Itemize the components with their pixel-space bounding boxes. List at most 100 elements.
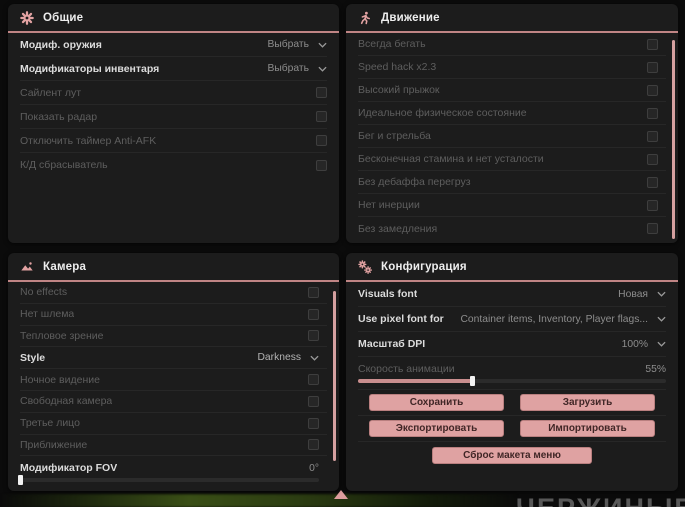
checkbox[interactable] [308,417,319,429]
checkbox[interactable] [647,84,658,96]
toggle-row[interactable]: Бесконечная стамина и нет усталости [358,148,666,171]
visuals-font-dropdown[interactable]: Новая [618,289,666,300]
checkbox[interactable] [647,199,658,211]
toggle-row[interactable]: Speed hack x2.3 [358,56,666,79]
toggle-row[interactable]: Приближение [20,435,327,457]
toggle-label: Ночное видение [20,373,100,386]
checkbox[interactable] [647,130,658,142]
game-overlay-screen: ЧЕРЖИНЫЕ Общие Модиф. оружия Выбрать [0,0,685,507]
panel-camera-header[interactable]: Камера [8,253,339,282]
panel-camera: Камера No effects Нет шлема Тепловое зре… [8,253,339,491]
panel-general-header[interactable]: Общие [8,4,339,33]
checkbox[interactable] [316,135,327,146]
checkbox[interactable] [316,159,327,171]
chevron-down-icon [657,341,666,347]
panel-config: Конфигурация Visuals font Новая Use pixe… [346,253,678,491]
reset-menu-layout-button[interactable]: Сброс макета меню [432,447,592,464]
chevron-down-icon [310,355,319,361]
toggle-row[interactable]: No effects [20,282,327,304]
toggle-label: Бесконечная стамина и нет усталости [358,153,544,165]
save-button[interactable]: Сохранить [369,394,504,411]
checkbox[interactable] [308,374,319,386]
dropdown-row: Масштаб DPI 100% [358,332,666,357]
panel-camera-body: No effects Нет шлема Тепловое зрение Sty… [8,282,339,488]
toggle-row[interactable]: К/Д сбрасыватель [20,153,327,177]
panel-general-body: Модиф. оружия Выбрать Модификаторы инвен… [8,33,339,177]
fov-slider-row: Модификатор FOV 0° [18,456,327,488]
panel-movement-body: Всегда бегать Speed hack x2.3 Высокий пр… [346,33,678,240]
toggle-label: Speed hack x2.3 [358,61,437,73]
panel-title: Камера [43,260,87,273]
toggle-label: Без дебаффа перегруз [358,176,471,188]
toggle-label: No effects [20,286,68,299]
weapon-mod-dropdown[interactable]: Выбрать [268,39,327,50]
dropdown-row: Style Darkness [20,347,327,370]
panel-movement-header[interactable]: Движение [346,4,678,33]
checkbox[interactable] [647,223,658,234]
runner-icon [360,11,370,24]
toggle-row[interactable]: Нет инерции [358,194,666,217]
toggle-row[interactable]: Свободная камера [20,391,327,413]
checkbox[interactable] [647,153,658,165]
inventory-mod-dropdown[interactable]: Выбрать [268,63,327,74]
toggle-label: Высокий прыжок [358,84,440,96]
style-dropdown[interactable]: Darkness [258,352,320,363]
toggle-label: Приближение [20,438,88,451]
chevron-down-icon [318,42,327,48]
setting-label: Модификаторы инвентаря [20,62,160,75]
button-row: Сохранить Загрузить [358,390,666,416]
button-row: Экспортировать Импортировать [358,416,666,442]
toggle-row[interactable]: Показать радар [20,105,327,129]
resize-handle-icon[interactable] [334,490,348,499]
setting-label: Use pixel font for [358,313,444,325]
load-button[interactable]: Загрузить [520,394,655,411]
toggle-row[interactable]: Идеальное физическое состояние [358,102,666,125]
checkbox[interactable] [647,176,658,188]
toggle-row[interactable]: Всегда бегать [358,33,666,56]
toggle-row[interactable]: Сайлент лут [20,81,327,105]
scrollbar[interactable] [672,40,675,239]
checkbox[interactable] [647,61,658,73]
checkbox[interactable] [316,87,327,98]
toggle-label: К/Д сбрасыватель [20,159,108,171]
checkbox[interactable] [308,308,319,320]
toggle-label: Нет шлема [20,308,75,321]
toggle-row[interactable]: Тепловое зрение [20,326,327,348]
toggle-row[interactable]: Высокий прыжок [358,79,666,102]
toggle-row[interactable]: Третье лицо [20,413,327,435]
export-button[interactable]: Экспортировать [369,420,504,437]
import-button[interactable]: Импортировать [520,420,655,437]
checkbox[interactable] [647,38,658,50]
toggle-row[interactable]: Бег и стрельба [358,125,666,148]
checkbox[interactable] [308,439,319,451]
dpi-scale-dropdown[interactable]: 100% [622,339,666,350]
toggle-row[interactable]: Отключить таймер Anti-AFK [20,129,327,153]
toggle-label: Всегда бегать [358,38,426,50]
pixel-font-dropdown[interactable]: Container items, Inventory, Player flags… [460,314,666,325]
checkbox[interactable] [308,330,319,342]
slider-handle[interactable] [469,376,475,386]
panel-config-header[interactable]: Конфигурация [346,253,678,282]
setting-label: Visuals font [358,288,418,300]
setting-label: Модификатор FOV [20,462,118,475]
dropdown-row: Use pixel font for Container items, Inve… [358,307,666,332]
setting-label: Масштаб DPI [358,338,426,350]
animation-speed-row: Скорость анимации 55% [358,357,666,390]
checkbox[interactable] [316,111,327,122]
gear-icon [20,10,34,25]
checkbox[interactable] [647,107,658,119]
toggle-row[interactable]: Нет шлема [20,304,327,326]
chevron-down-icon [318,66,327,72]
scrollbar[interactable] [333,291,336,461]
animation-speed-slider[interactable] [358,376,666,386]
checkbox[interactable] [308,395,319,407]
toggle-row[interactable]: Ночное видение [20,369,327,391]
fov-slider[interactable] [18,475,319,486]
toggle-label: Показать радар [20,110,98,123]
toggle-row[interactable]: Без дебаффа перегруз [358,171,666,194]
setting-label: Скорость анимации [358,363,455,375]
slider-handle[interactable] [18,475,23,486]
toggle-row[interactable]: Без замедления [358,217,666,240]
fov-value: 0° [309,462,319,474]
checkbox[interactable] [308,286,319,298]
